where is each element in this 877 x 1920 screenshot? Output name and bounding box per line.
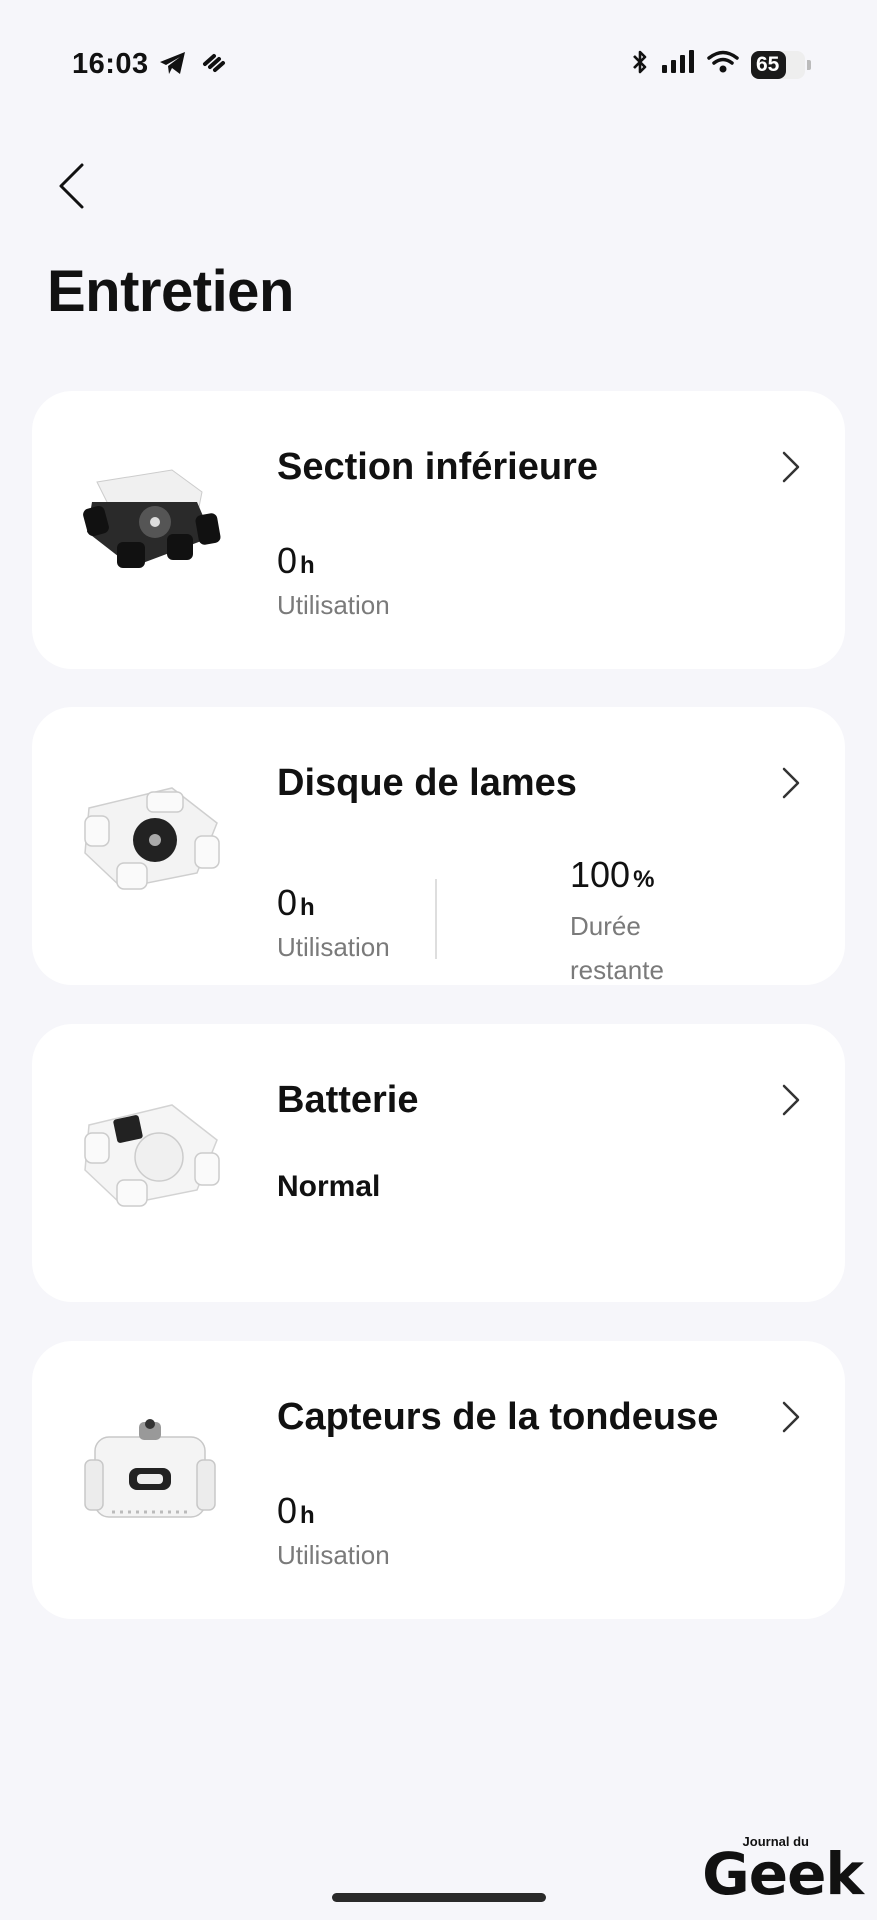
usage-label: Utilisation (277, 590, 390, 620)
usage-unit: h (300, 894, 315, 921)
status-bar: 16:03 65 (0, 0, 877, 130)
telegram-icon (158, 50, 188, 81)
watermark-logo: Journal du Geek (702, 1835, 864, 1908)
card-title: Section inférieure (277, 446, 598, 488)
usage-unit: h (300, 1502, 315, 1529)
usage-stat: 0h Utilisation (277, 885, 390, 963)
card-section-inferieure[interactable]: Section inférieure 0h Utilisation (32, 391, 845, 669)
status-time: 16:03 (72, 48, 149, 80)
remaining-stat: 100% Durée restante (570, 857, 700, 992)
battery-image (72, 1080, 232, 1230)
mower-underside-image (72, 447, 232, 597)
home-indicator[interactable] (332, 1893, 546, 1902)
usage-stat: 0h Utilisation (277, 1493, 390, 1571)
bluetooth-icon (631, 48, 649, 81)
chevron-left-icon (59, 163, 84, 209)
card-title: Disque de lames (277, 762, 577, 804)
battery-status: Normal (277, 1170, 381, 1203)
battery-level: 65 (756, 52, 780, 76)
card-disque-de-lames[interactable]: Disque de lames 0h Utilisation 100% Duré… (32, 707, 845, 985)
signal-icon (661, 50, 695, 79)
remaining-value: 100 (570, 854, 631, 895)
back-button[interactable] (46, 156, 96, 216)
usage-unit: h (300, 552, 315, 579)
usage-label: Utilisation (277, 932, 390, 962)
divider (435, 879, 437, 959)
chevron-right-icon (782, 451, 800, 483)
usage-value: 0 (277, 882, 298, 923)
usage-value: 0 (277, 540, 298, 581)
card-batterie[interactable]: Batterie Normal (32, 1024, 845, 1302)
usage-label: Utilisation (277, 1540, 390, 1570)
chevron-right-icon (782, 1401, 800, 1433)
mower-sensors-image (72, 1397, 232, 1547)
card-title: Capteurs de la tondeuse (277, 1396, 719, 1438)
blade-disc-image (72, 763, 232, 913)
page-title: Entretien (47, 259, 294, 324)
chevron-right-icon (782, 767, 800, 799)
battery-icon: 65 (751, 50, 811, 79)
watermark-big-text: Geek (702, 1839, 864, 1908)
card-title: Batterie (277, 1079, 419, 1121)
wifi-icon (707, 50, 739, 79)
remaining-label: Durée restante (570, 911, 664, 985)
usage-value: 0 (277, 1490, 298, 1531)
remaining-unit: % (633, 866, 655, 893)
app-notification-icon (202, 52, 226, 79)
chevron-right-icon (782, 1084, 800, 1116)
usage-stat: 0h Utilisation (277, 543, 390, 621)
card-capteurs[interactable]: Capteurs de la tondeuse 0h Utilisation (32, 1341, 845, 1619)
